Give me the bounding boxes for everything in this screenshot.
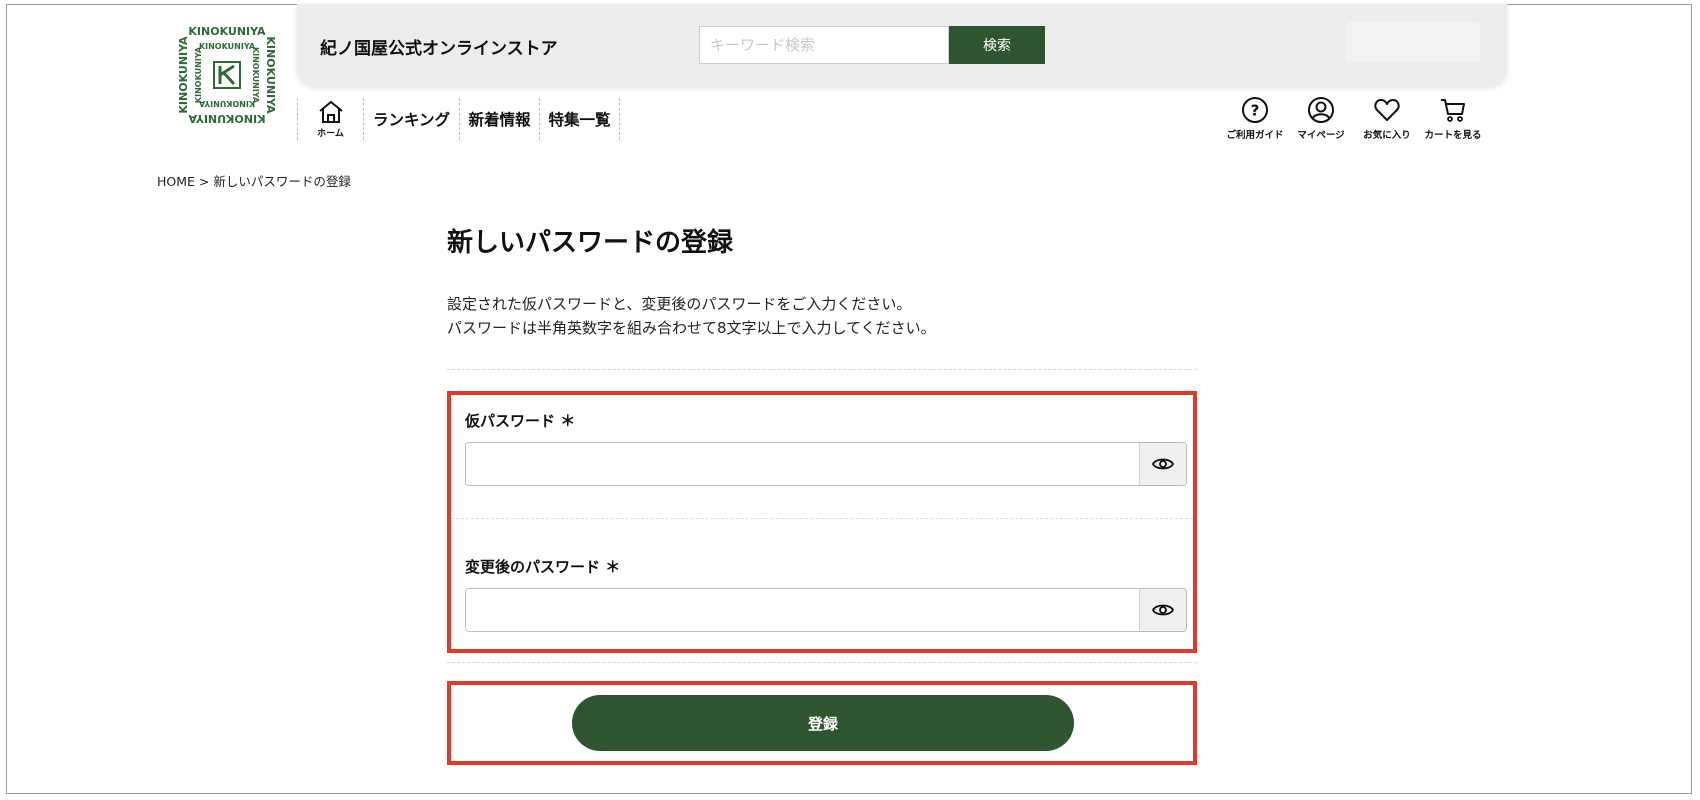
new-password-label: 変更後のパスワード ＊ [465, 558, 621, 576]
cart-icon [1441, 99, 1465, 122]
description-line: パスワードは半角英数字を組み合わせて8文字以上で入力してください。 [447, 319, 936, 337]
toggle-new-password-visibility[interactable] [1139, 589, 1186, 631]
new-password-field [465, 588, 1187, 632]
required-mark: ＊ [560, 412, 576, 430]
kinokuniya-logo[interactable]: KINOKUNIYA KINOKUNIYA KINOKUNIYA KINOKUN… [176, 24, 278, 126]
search-input[interactable] [699, 26, 949, 64]
svg-text:?: ? [1251, 102, 1260, 120]
breadcrumb-separator: > [198, 174, 210, 189]
divider [447, 662, 1197, 663]
nav-home-label: ホーム [317, 129, 344, 139]
heart-icon [1374, 99, 1400, 121]
help-circle-icon: ? [1242, 97, 1268, 123]
required-mark: ＊ [605, 558, 621, 576]
temp-password-field [465, 442, 1187, 486]
breadcrumb: HOME > 新しいパスワードの登録 [157, 171, 351, 190]
nav-home[interactable]: ホーム [297, 98, 364, 140]
favorites-label: お気に入り [1363, 130, 1411, 141]
register-button[interactable]: 登録 [572, 695, 1074, 751]
svg-text:KINOKUNIYA: KINOKUNIYA [264, 36, 277, 114]
favorites-link[interactable]: お気に入り [1354, 96, 1420, 141]
divider [447, 369, 1197, 370]
nav-features[interactable]: 特集一覧 [540, 98, 620, 140]
page-description: 設定された仮パスワードと、変更後のパスワードをご入力ください。 パスワードは半角… [447, 292, 936, 340]
page-title: 新しいパスワードの登録 [447, 228, 734, 258]
svg-text:KINOKUNIYA: KINOKUNIYA [199, 42, 256, 51]
nav-ranking[interactable]: ランキング [364, 98, 460, 140]
guide-link[interactable]: ? ご利用ガイド [1222, 96, 1288, 141]
temp-password-label: 仮パスワード ＊ [465, 412, 576, 430]
nav-new-arrivals[interactable]: 新着情報 [460, 98, 540, 140]
guide-label: ご利用ガイド [1226, 130, 1284, 141]
eye-icon [1152, 458, 1174, 470]
password-form: 仮パスワード ＊ 変更後のパスワード ＊ [447, 391, 1197, 653]
eye-icon [1152, 604, 1174, 616]
svg-text:KINOKUNIYA: KINOKUNIYA [177, 36, 190, 114]
svg-text:KINOKUNIYA: KINOKUNIYA [251, 47, 260, 104]
description-line: 設定された仮パスワードと、変更後のパスワードをご入力ください。 [447, 295, 912, 313]
home-icon [318, 101, 343, 123]
svg-text:KINOKUNIYA: KINOKUNIYA [188, 25, 266, 38]
search-button[interactable]: 検索 [949, 26, 1045, 64]
utility-nav: ? ご利用ガイド マイページ お気に入り カートを見る [1222, 96, 1486, 141]
svg-text:KINOKUNIYA: KINOKUNIYA [198, 99, 255, 108]
submit-area: 登録 [447, 681, 1197, 765]
mypage-link[interactable]: マイページ [1288, 96, 1354, 141]
store-name[interactable]: 紀ノ国屋公式オンラインストア [320, 34, 558, 59]
svg-text:KINOKUNIYA: KINOKUNIYA [194, 46, 203, 103]
breadcrumb-home[interactable]: HOME [157, 174, 195, 189]
svg-text:KINOKUNIYA: KINOKUNIYA [188, 112, 266, 125]
header-banner-placeholder [1346, 22, 1480, 62]
cart-link[interactable]: カートを見る [1420, 96, 1486, 141]
user-icon [1308, 97, 1334, 123]
toggle-temp-password-visibility[interactable] [1139, 443, 1186, 485]
new-password-input[interactable] [466, 589, 1140, 631]
mypage-label: マイページ [1297, 130, 1345, 141]
main-nav: ホーム ランキング 新着情報 特集一覧 [297, 98, 620, 140]
breadcrumb-current: 新しいパスワードの登録 [213, 174, 351, 189]
cart-label: カートを見る [1424, 130, 1482, 141]
field-divider [451, 518, 1193, 519]
temp-password-input[interactable] [466, 443, 1140, 485]
